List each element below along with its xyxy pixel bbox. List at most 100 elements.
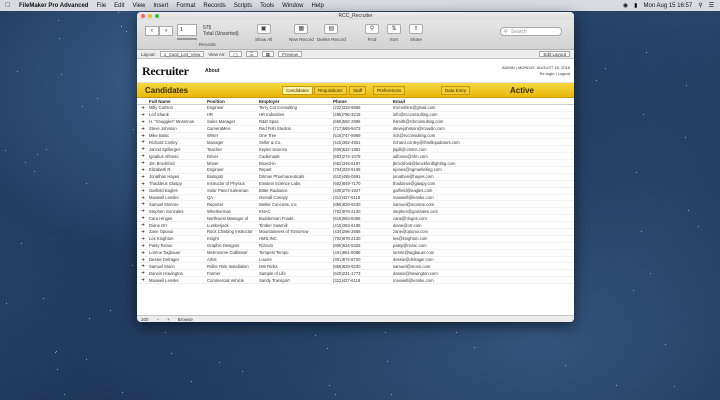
- find-button[interactable]: ⚲ Find: [365, 24, 379, 42]
- go-to-record-arrow-icon[interactable]: ➔: [141, 105, 145, 111]
- zoom-in-icon[interactable]: +: [167, 317, 170, 322]
- table-row[interactable]: ➔ Cara Hinges Northwest Manager of Budderma…: [137, 215, 574, 223]
- go-to-record-arrow-icon[interactable]: ➔: [141, 174, 145, 180]
- close-button[interactable]: [141, 14, 145, 18]
- new-record-button[interactable]: ▦ New Record: [289, 24, 314, 42]
- preview-button[interactable]: Preview: [277, 51, 302, 57]
- table-row[interactable]: ➔ Dessie Delrager Artist Louvre (301)872-872…: [137, 257, 574, 264]
- table-row[interactable]: ➔ Maxwell Lenske Commercial Vehicle Sandy T…: [137, 277, 574, 285]
- table-row[interactable]: ➔ Steve Johnson CameraMen Red Fish Studios (…: [137, 126, 574, 133]
- menu-edit[interactable]: Edit: [114, 3, 124, 9]
- table-row[interactable]: ➔ Milly Carlson Engineer Terry Cut Consulti…: [137, 105, 574, 112]
- table-row[interactable]: ➔ Garfield Eagles Solar Panel Salesman Bitt…: [137, 188, 574, 195]
- menu-app-name[interactable]: FileMaker Pro Advanced: [19, 3, 88, 9]
- menu-file[interactable]: File: [96, 3, 106, 9]
- menu-window[interactable]: Window: [282, 3, 303, 9]
- table-row[interactable]: ➔ Lorene Tagbauer Metronome Calibrator Temp…: [137, 250, 574, 257]
- go-to-record-arrow-icon[interactable]: ➔: [141, 257, 145, 263]
- record-number-field[interactable]: 1: [177, 24, 197, 36]
- menu-format[interactable]: Format: [176, 3, 195, 9]
- tab-candidates[interactable]: Candidates: [282, 86, 313, 95]
- menu-insert[interactable]: Insert: [153, 3, 168, 9]
- go-to-record-arrow-icon[interactable]: ➔: [141, 243, 145, 249]
- list-icon[interactable]: ☰: [709, 2, 714, 9]
- maximize-button[interactable]: [155, 14, 159, 18]
- go-to-record-arrow-icon[interactable]: ➔: [141, 277, 145, 283]
- table-row[interactable]: ➔ Richard Conley Manager Seller & Co. (415)3…: [137, 139, 574, 147]
- table-row[interactable]: ➔ Thaddeus Glaspy Instructor of Physics Ein…: [137, 181, 574, 188]
- sort-button[interactable]: ⇅ Sort: [387, 24, 401, 42]
- mode-indicator[interactable]: Browse: [178, 317, 193, 322]
- table-row[interactable]: ➔ Darwin Howington Farmer Sample of Life (62…: [137, 270, 574, 278]
- zoom-level[interactable]: 100: [141, 317, 149, 322]
- go-to-record-arrow-icon[interactable]: ➔: [141, 153, 145, 159]
- table-row[interactable]: ➔ Leif Shank HR HR Industries (496)796-3215 i…: [137, 112, 574, 119]
- table-row[interactable]: ➔ Zane Opunui Rock Climbing Instructor Moun…: [137, 229, 574, 236]
- view-as-table-button[interactable]: ▦: [261, 51, 274, 57]
- go-to-record-arrow-icon[interactable]: ➔: [141, 167, 145, 173]
- table-row[interactable]: ➔ Elizabeth R. Engineer Repart (704)333-9165…: [137, 167, 574, 174]
- table-row[interactable]: ➔ Stephen Gonzales Whetherman KNAC (702)878-…: [137, 208, 574, 216]
- tab-data-entry[interactable]: Data Entry: [441, 86, 471, 95]
- go-to-record-arrow-icon[interactable]: ➔: [141, 139, 145, 145]
- header-phone[interactable]: Phone: [333, 99, 391, 104]
- table-row[interactable]: ➔ Lex Knighton Knight HMS,INC (702)878-2130 l…: [137, 236, 574, 243]
- battery-icon[interactable]: ▮: [634, 2, 637, 9]
- relogin-logout-links[interactable]: Re-login | Logout: [502, 71, 570, 77]
- table-row[interactable]: ➔ Jim Brockford Mover Boxed-in (652)345-6197…: [137, 160, 574, 168]
- menu-tools[interactable]: Tools: [260, 3, 274, 9]
- delete-record-button[interactable]: ▤ Delete Record: [317, 24, 346, 42]
- wifi-icon[interactable]: ◉: [623, 2, 628, 9]
- menu-records[interactable]: Records: [203, 3, 225, 9]
- view-as-list-button[interactable]: ☰: [245, 51, 258, 57]
- header-employer[interactable]: Employer: [259, 99, 331, 104]
- go-to-record-arrow-icon[interactable]: ➔: [141, 195, 145, 201]
- table-row[interactable]: ➔ Diane Orr Lumberjack Timber Sawmill (415)3…: [137, 222, 574, 230]
- search-icon[interactable]: ⚲: [698, 2, 702, 9]
- layout-select[interactable]: 1_Card_List_View: [159, 51, 205, 57]
- about-link[interactable]: About: [205, 68, 219, 74]
- header-full-name[interactable]: Full Name: [149, 99, 205, 104]
- header-email[interactable]: Email: [393, 99, 503, 104]
- menu-scripts[interactable]: Scripts: [234, 3, 252, 9]
- table-row[interactable]: ➔ Mike Basic Writer One Tree (516)747-8969 ri…: [137, 133, 574, 140]
- go-to-record-arrow-icon[interactable]: ➔: [141, 112, 145, 118]
- table-row[interactable]: ➔ H. "Snuggles" Mossman Sales Manager R&D S…: [137, 119, 574, 126]
- zoom-out-icon[interactable]: −: [157, 317, 160, 322]
- go-to-record-arrow-icon[interactable]: ➔: [141, 222, 145, 228]
- table-row[interactable]: ➔ Patsy Rezac Graphic Designer Rizzuto (805)…: [137, 243, 574, 250]
- view-as-form-button[interactable]: ▢: [229, 51, 242, 57]
- go-to-record-arrow-icon[interactable]: ➔: [141, 215, 145, 221]
- tab-preferences[interactable]: Preferences: [373, 86, 406, 95]
- go-to-record-arrow-icon[interactable]: ➔: [141, 133, 145, 139]
- go-to-record-arrow-icon[interactable]: ➔: [141, 126, 145, 132]
- go-to-record-arrow-icon[interactable]: ➔: [141, 188, 145, 194]
- minimize-button[interactable]: [148, 14, 152, 18]
- go-to-record-arrow-icon[interactable]: ➔: [141, 250, 145, 256]
- share-button[interactable]: ⇧ Share: [409, 24, 423, 42]
- go-to-record-arrow-icon[interactable]: ➔: [141, 208, 145, 214]
- menu-clock[interactable]: Mon Aug 15 16:57: [643, 3, 692, 9]
- search-input[interactable]: ⚲ Search: [500, 27, 562, 36]
- table-row[interactable]: ➔ Samuel Monn Roller Rink Installation DW R…: [137, 263, 574, 271]
- header-position[interactable]: Position: [207, 99, 257, 104]
- go-to-record-arrow-icon[interactable]: ➔: [141, 181, 145, 187]
- table-row[interactable]: ➔ Jarrod Spillerges Teacher Kepler Science (…: [137, 146, 574, 154]
- previous-record-button[interactable]: ‹: [145, 26, 159, 36]
- menu-view[interactable]: View: [132, 3, 145, 9]
- record-slider[interactable]: [177, 38, 197, 40]
- go-to-record-arrow-icon[interactable]: ➔: [141, 119, 145, 125]
- table-row[interactable]: ➔ Jonathan Hayes Biologist Ditman Pharmaceu…: [137, 174, 574, 181]
- table-row[interactable]: ➔ Samuel Monroe Reporter Weller Concrete, I…: [137, 201, 574, 209]
- table-row[interactable]: ➔ Ignatius Alfonso Driver Cadernade (503)274…: [137, 153, 574, 161]
- go-to-record-arrow-icon[interactable]: ➔: [141, 146, 145, 152]
- apple-icon[interactable]: : [5, 2, 13, 9]
- menu-help[interactable]: Help: [311, 3, 323, 9]
- go-to-record-arrow-icon[interactable]: ➔: [141, 229, 145, 235]
- table-row[interactable]: ➔ Maxwell Lenske QA Overall Canopy (312)427-…: [137, 195, 574, 202]
- go-to-record-arrow-icon[interactable]: ➔: [141, 201, 145, 207]
- next-record-button[interactable]: ›: [159, 26, 173, 36]
- go-to-record-arrow-icon[interactable]: ➔: [141, 236, 145, 242]
- go-to-record-arrow-icon[interactable]: ➔: [141, 263, 145, 269]
- edit-layout-button[interactable]: Edit Layout: [539, 51, 570, 57]
